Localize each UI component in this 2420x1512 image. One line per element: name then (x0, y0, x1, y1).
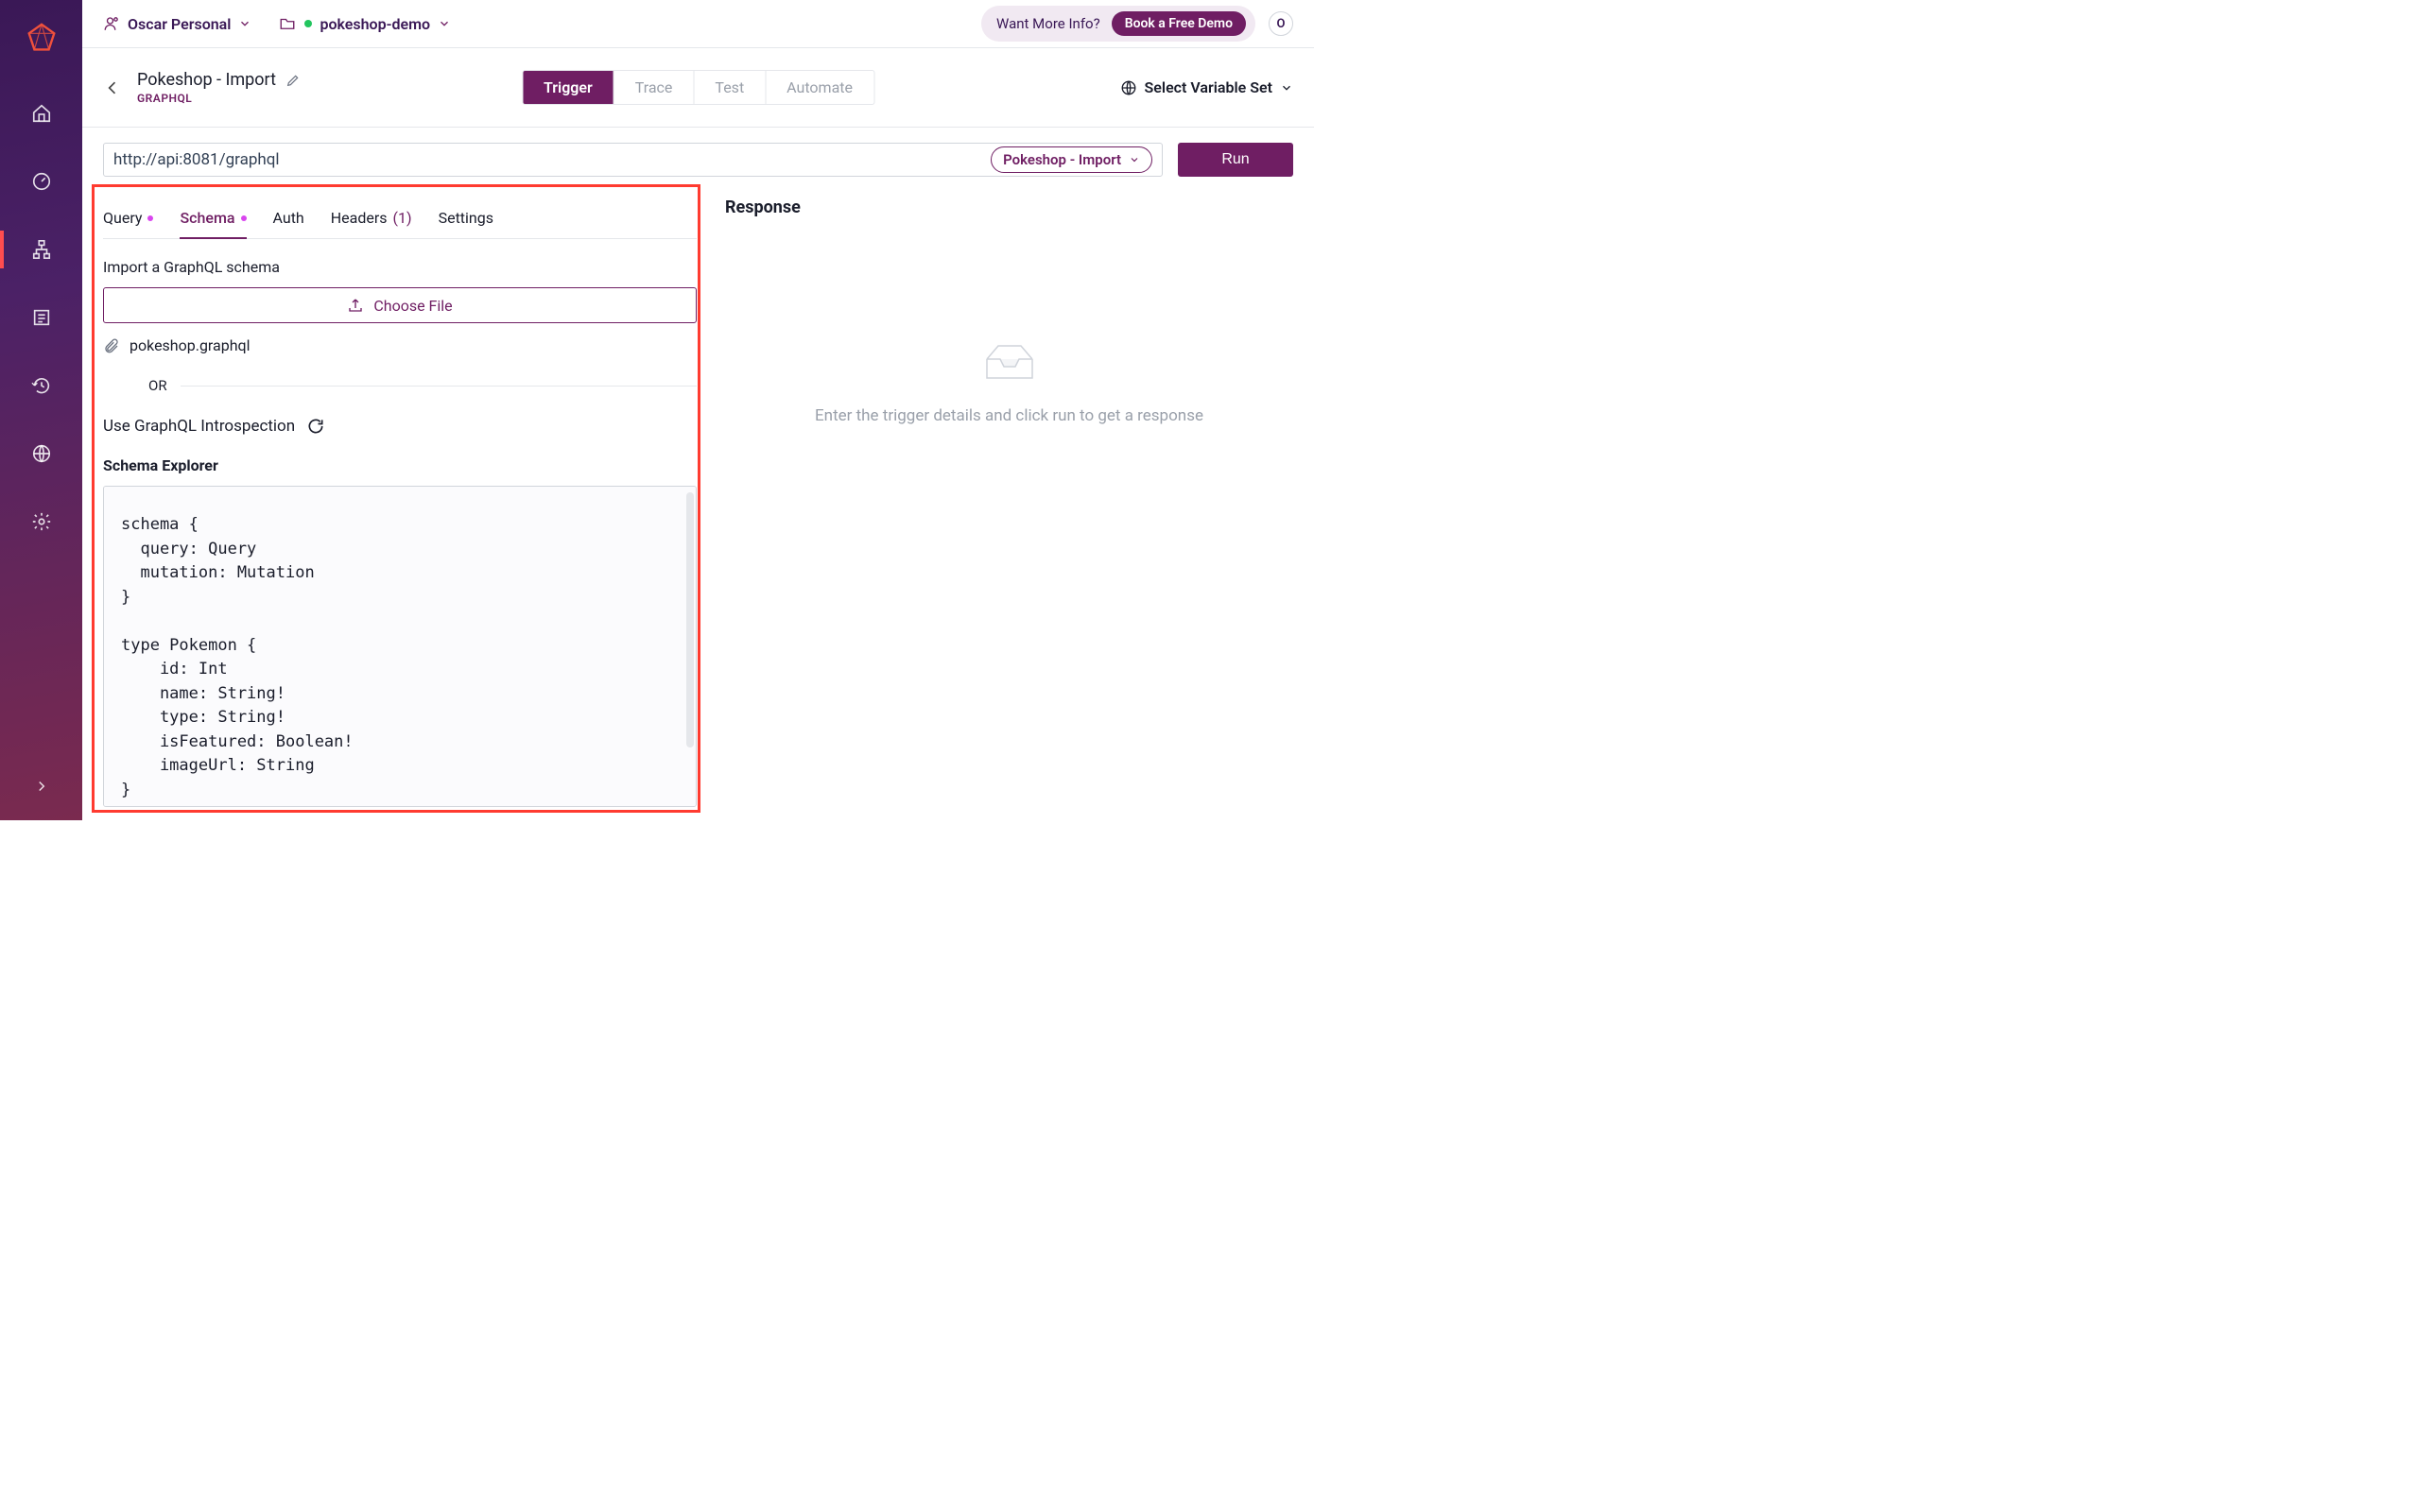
org-name: Oscar Personal (128, 15, 231, 33)
folder-icon (278, 15, 297, 32)
schema-explorer-title: Schema Explorer (103, 456, 697, 474)
logo (24, 21, 60, 57)
upload-icon (347, 297, 364, 314)
back-button[interactable] (103, 78, 122, 97)
introspection-label: Use GraphQL Introspection (103, 417, 295, 436)
mode-tab-trigger[interactable]: Trigger (523, 71, 614, 104)
project-name: pokeshop-demo (320, 15, 430, 33)
test-title: Pokeshop - Import (137, 70, 276, 90)
tab-query-label: Query (103, 209, 142, 227)
choose-file-label: Choose File (373, 297, 452, 315)
headers-count: (1) (393, 209, 412, 227)
mode-tabs: Trigger Trace Test Automate (522, 70, 874, 105)
status-dot-icon (304, 20, 312, 27)
url-input[interactable]: http://api:8081/graphql Pokeshop - Impor… (103, 143, 1163, 177)
url-value: http://api:8081/graphql (113, 150, 991, 169)
mode-tab-trace[interactable]: Trace (614, 71, 695, 104)
home-icon (31, 103, 52, 124)
request-tabs: Query Schema Auth Headers (1) Settings (103, 198, 697, 239)
test-header: Pokeshop - Import GRAPHQL Trigger Trace … (82, 48, 1314, 128)
url-row: http://api:8081/graphql Pokeshop - Impor… (82, 128, 1314, 192)
sidebar-item-history[interactable] (0, 367, 82, 404)
tab-headers[interactable]: Headers (1) (331, 209, 412, 238)
variable-set-label: Select Variable Set (1145, 78, 1272, 96)
response-empty-text: Enter the trigger details and click run … (815, 406, 1203, 425)
tab-schema[interactable]: Schema (180, 209, 246, 238)
globe-icon (1120, 79, 1137, 96)
mode-tab-automate[interactable]: Automate (766, 71, 873, 104)
gear-icon (31, 511, 52, 532)
mode-tab-test[interactable]: Test (694, 71, 766, 104)
variable-set-selector[interactable]: Select Variable Set (1120, 78, 1293, 96)
tab-settings[interactable]: Settings (439, 209, 493, 238)
sidebar-item-tests[interactable] (0, 231, 82, 268)
schema-code: schema { query: Query mutation: Mutation… (104, 487, 696, 807)
uploaded-file: pokeshop.graphql (103, 336, 697, 354)
operation-select-label: Pokeshop - Import (1003, 151, 1121, 168)
flow-icon (31, 239, 52, 260)
book-demo-button[interactable]: Book a Free Demo (1112, 11, 1246, 36)
info-pill: Want More Info? Book a Free Demo (981, 6, 1255, 42)
org-selector[interactable]: Oscar Personal (103, 15, 251, 33)
test-type: GRAPHQL (137, 92, 301, 105)
topbar: Oscar Personal pokeshop-demo (82, 0, 1314, 48)
sidebar-item-home[interactable] (0, 94, 82, 132)
history-icon (31, 375, 52, 396)
want-info-label: Want More Info? (996, 15, 1100, 32)
person-icon (103, 15, 120, 32)
attachment-icon (103, 337, 120, 354)
inbox-icon (979, 340, 1040, 387)
graphql-operation-select[interactable]: Pokeshop - Import (991, 146, 1152, 173)
sidebar-item-env[interactable] (0, 435, 82, 472)
tab-schema-label: Schema (180, 209, 234, 227)
dot-icon (241, 215, 247, 221)
chevron-down-icon (1280, 81, 1293, 94)
or-label: OR (148, 377, 167, 394)
edit-icon[interactable] (285, 73, 301, 88)
chevron-down-icon (1129, 154, 1140, 165)
sidebar (0, 0, 82, 820)
chevron-down-icon (238, 17, 251, 30)
sidebar-item-dashboard[interactable] (0, 163, 82, 200)
run-button[interactable]: Run (1178, 143, 1293, 177)
chevron-down-icon (438, 17, 451, 30)
globe-icon (31, 443, 52, 464)
tab-headers-label: Headers (331, 209, 388, 227)
project-selector[interactable]: pokeshop-demo (278, 15, 451, 33)
request-panel: Query Schema Auth Headers (1) Settings (103, 192, 697, 799)
list-icon (31, 307, 52, 328)
import-schema-label: Import a GraphQL schema (103, 258, 697, 276)
dot-icon (147, 215, 153, 221)
schema-code-box[interactable]: schema { query: Query mutation: Mutation… (103, 486, 697, 807)
sidebar-item-runs[interactable] (0, 299, 82, 336)
or-divider: OR (103, 377, 697, 394)
sidebar-item-settings[interactable] (0, 503, 82, 541)
refresh-icon[interactable] (306, 417, 325, 436)
file-name: pokeshop.graphql (130, 336, 251, 354)
avatar[interactable]: O (1269, 11, 1293, 36)
sidebar-collapse[interactable] (0, 767, 82, 805)
gauge-icon (31, 171, 52, 192)
tab-query[interactable]: Query (103, 209, 153, 238)
choose-file-button[interactable]: Choose File (103, 287, 697, 323)
response-title: Response (725, 198, 1293, 217)
scrollbar[interactable] (686, 492, 694, 747)
response-panel: Response Enter the trigger details and c… (697, 192, 1293, 799)
chevron-right-icon (33, 778, 50, 795)
tab-auth[interactable]: Auth (273, 209, 304, 238)
